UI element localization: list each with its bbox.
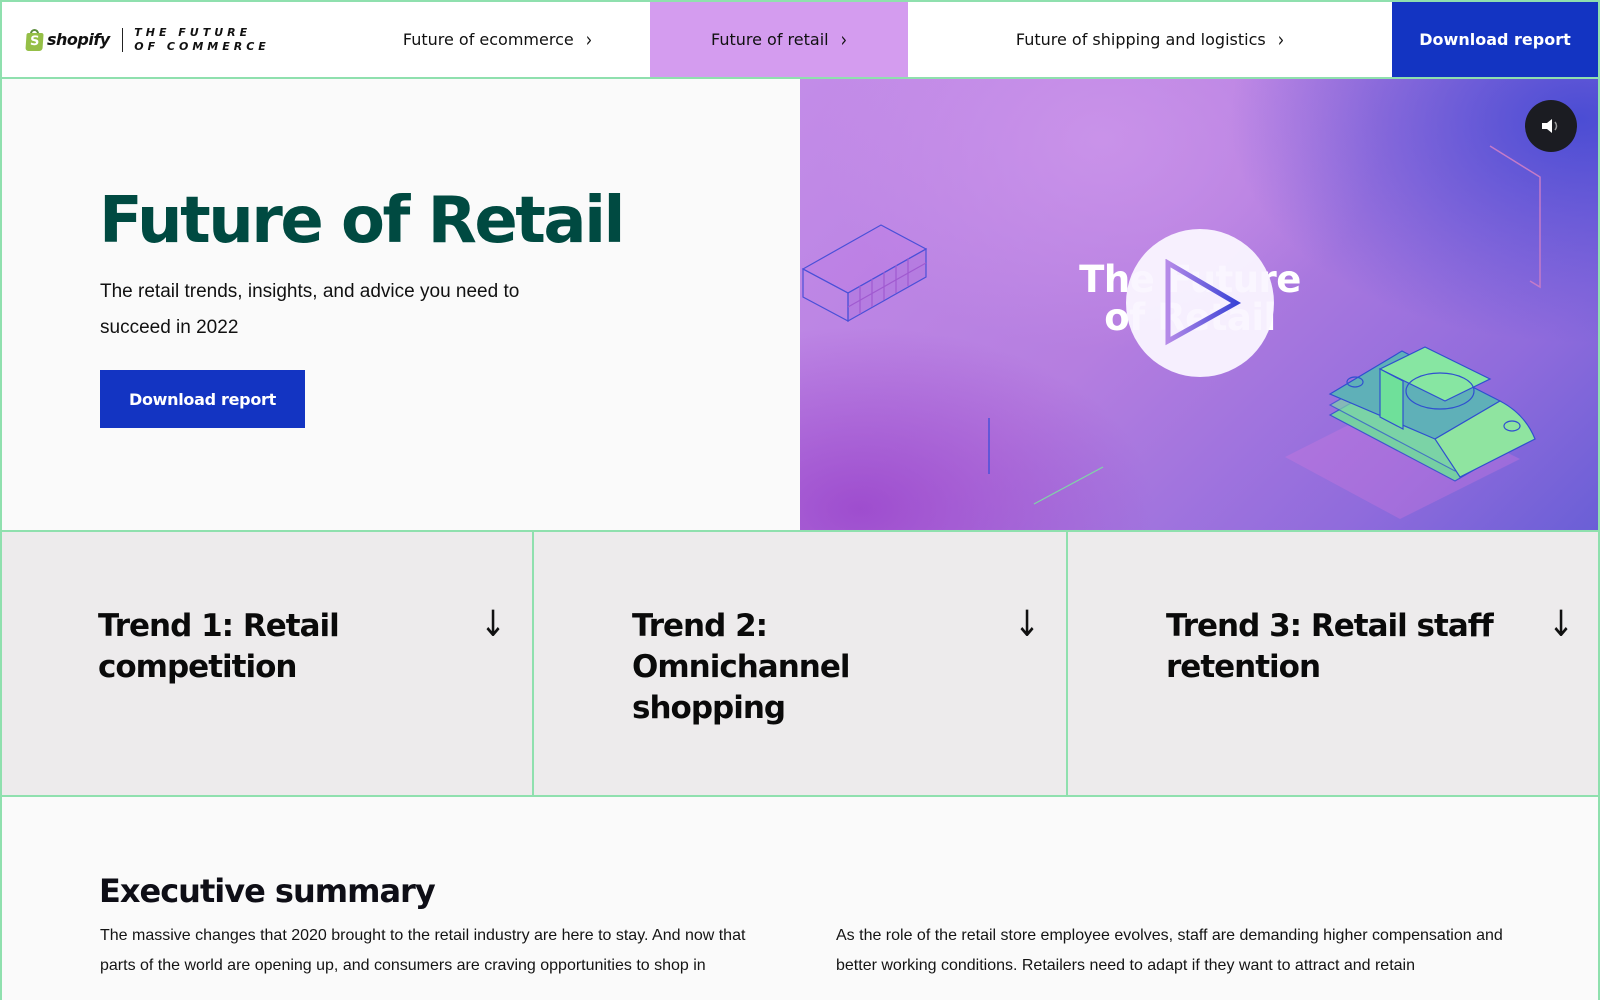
top-nav: shopify THE FUTURE OF COMMERCE Future of… <box>0 0 1600 79</box>
section-title: Executive summary <box>99 872 436 910</box>
trend-card-1[interactable]: Trend 1: Retail competition ↓ <box>0 532 534 795</box>
nav-label: Future of ecommerce <box>402 30 574 49</box>
line-decoration <box>1489 145 1541 289</box>
hero-download-report-button[interactable]: Download report <box>100 370 305 428</box>
nav-future-of-shipping[interactable]: Future of shipping and logistics › <box>908 2 1392 77</box>
brand-name: shopify <box>47 30 110 49</box>
nav-label: Future of retail <box>711 30 829 49</box>
trend-title: Trend 2: Omnichannel shopping <box>632 608 851 726</box>
arrow-down-icon: ↓ <box>1014 604 1040 645</box>
nav-label: Future of shipping and logistics <box>1015 30 1266 49</box>
play-button[interactable] <box>1126 229 1274 377</box>
hero-subtitle: The retail trends, insights, and advice … <box>100 281 520 338</box>
tagline-line-1: THE FUTURE <box>134 25 252 39</box>
speaker-icon <box>1542 119 1558 133</box>
executive-summary: Executive summary The massive changes th… <box>0 797 1600 1000</box>
hero-intro: Future of Retail The retail trends, insi… <box>0 79 800 530</box>
chevron-right-icon: › <box>1277 27 1285 52</box>
logo[interactable]: shopify THE FUTURE OF COMMERCE <box>0 2 345 77</box>
page-title: Future of Retail <box>99 184 625 258</box>
tagline-line-2: OF COMMERCE <box>134 39 270 53</box>
trend-card-3[interactable]: Trend 3: Retail staff retention ↓ <box>1068 532 1600 795</box>
tagline: THE FUTURE OF COMMERCE <box>134 26 270 54</box>
line-decoration <box>1033 466 1104 505</box>
arrow-down-icon: ↓ <box>1548 604 1574 645</box>
trend-card-2[interactable]: Trend 2: Omnichannel shopping ↓ <box>534 532 1068 795</box>
logo-divider <box>121 27 124 52</box>
trend-title: Trend 3: Retail staff retention <box>1166 608 1494 685</box>
summary-paragraph-right: As the role of the retail store employee… <box>836 927 1503 974</box>
trends-row: Trend 1: Retail competition ↓ Trend 2: O… <box>0 530 1600 797</box>
mute-button[interactable] <box>1525 100 1577 152</box>
nav-future-of-ecommerce[interactable]: Future of ecommerce › <box>345 2 650 77</box>
summary-paragraph-left: The massive changes that 2020 brought to… <box>100 927 746 974</box>
play-icon <box>1165 259 1242 346</box>
chevron-right-icon: › <box>585 27 593 52</box>
container-illustration-icon <box>801 224 928 323</box>
nav-future-of-retail[interactable]: Future of retail › <box>650 2 908 77</box>
arrow-down-icon: ↓ <box>480 604 506 645</box>
hero-video[interactable]: The Future of Retail <box>800 79 1598 530</box>
trend-title: Trend 1: Retail competition <box>98 608 340 685</box>
shopify-bag-icon <box>25 28 44 51</box>
header-download-report-button[interactable]: Download report <box>1392 2 1598 77</box>
chevron-right-icon: › <box>840 27 847 52</box>
